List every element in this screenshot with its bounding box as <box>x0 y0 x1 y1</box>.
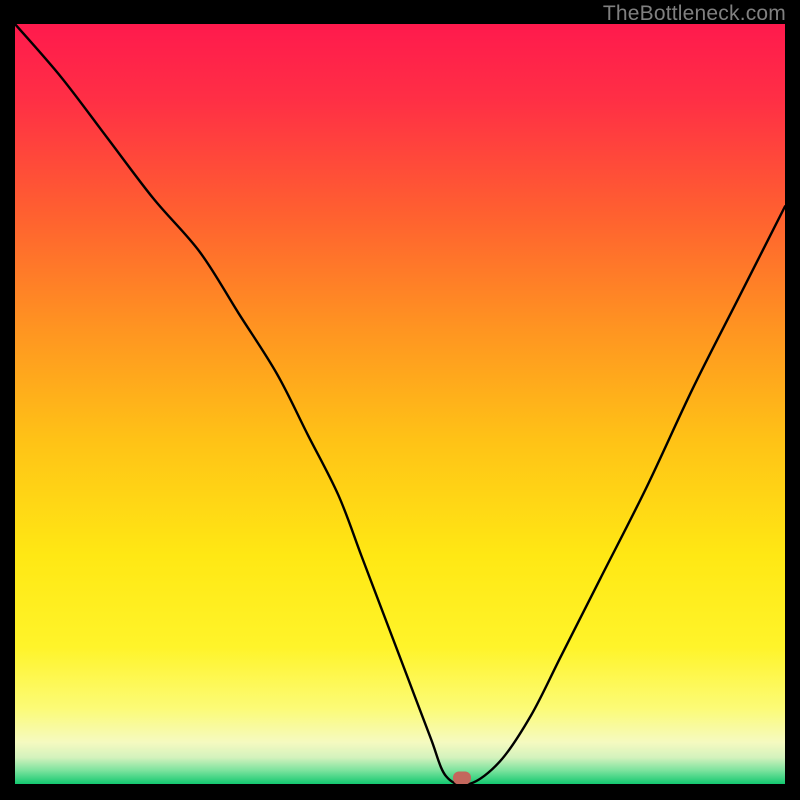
plot-area <box>15 24 785 784</box>
bottleneck-curve <box>15 24 785 784</box>
optimal-point-marker <box>453 771 471 784</box>
watermark-text: TheBottleneck.com <box>603 2 786 26</box>
chart-frame: TheBottleneck.com <box>0 0 800 800</box>
